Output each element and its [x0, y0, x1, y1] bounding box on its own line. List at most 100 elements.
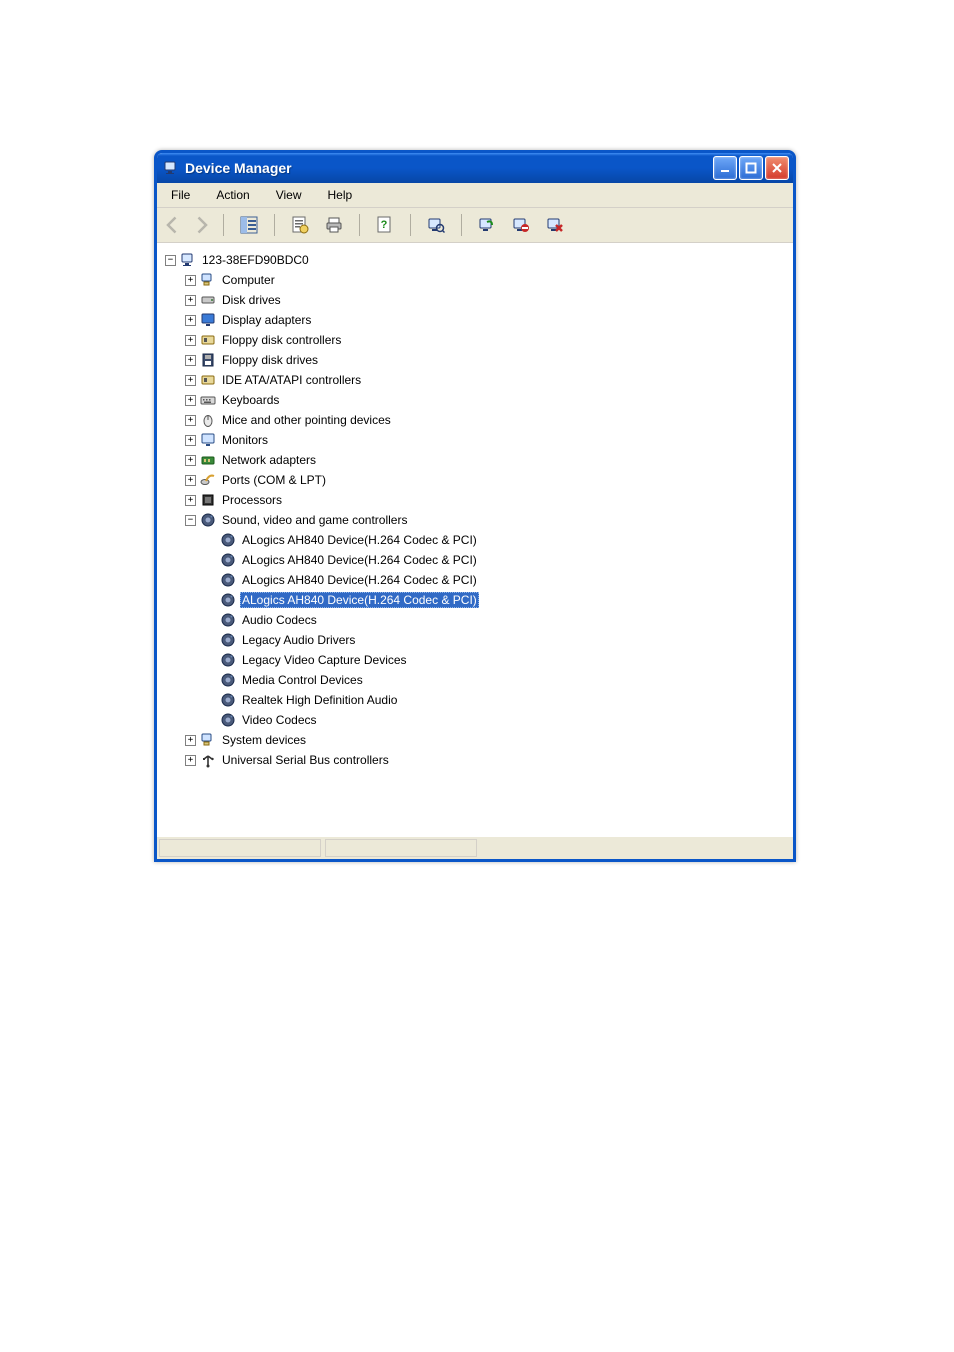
- tree-device[interactable]: Legacy Video Capture Devices: [161, 650, 789, 670]
- expand-icon[interactable]: +: [185, 315, 196, 326]
- tree-item-label[interactable]: Audio Codecs: [240, 612, 319, 628]
- tree-category[interactable]: + IDE ATA/ATAPI controllers: [161, 370, 789, 390]
- tree-item-label[interactable]: Display adapters: [220, 312, 313, 328]
- app-icon: [163, 160, 179, 176]
- tree-item-label[interactable]: Universal Serial Bus controllers: [220, 752, 391, 768]
- tree-item-label[interactable]: Floppy disk drives: [220, 352, 320, 368]
- menu-file[interactable]: File: [161, 185, 200, 205]
- tree-item-label[interactable]: IDE ATA/ATAPI controllers: [220, 372, 363, 388]
- tree-item-label[interactable]: ALogics AH840 Device(H.264 Codec & PCI): [240, 592, 479, 608]
- ide-icon: [200, 372, 216, 388]
- tree-category[interactable]: + Floppy disk drives: [161, 350, 789, 370]
- tree-item-label[interactable]: Sound, video and game controllers: [220, 512, 409, 528]
- monitor-icon: [200, 432, 216, 448]
- tree-device[interactable]: Realtek High Definition Audio: [161, 690, 789, 710]
- tree-item-label[interactable]: Processors: [220, 492, 284, 508]
- back-button[interactable]: [163, 215, 183, 235]
- help-button[interactable]: ?: [372, 212, 398, 238]
- expand-icon[interactable]: +: [185, 295, 196, 306]
- system-icon: [200, 732, 216, 748]
- expand-icon[interactable]: +: [185, 415, 196, 426]
- tree-category[interactable]: + Universal Serial Bus controllers: [161, 750, 789, 770]
- menu-help[interactable]: Help: [318, 185, 363, 205]
- menu-action[interactable]: Action: [206, 185, 259, 205]
- tree-item-label[interactable]: Mice and other pointing devices: [220, 412, 393, 428]
- sound-icon: [220, 692, 236, 708]
- tree-device[interactable]: ALogics AH840 Device(H.264 Codec & PCI): [161, 590, 789, 610]
- disable-button[interactable]: [508, 212, 534, 238]
- forward-button[interactable]: [191, 215, 211, 235]
- sound-icon: [220, 712, 236, 728]
- device-manager-window: Device Manager File Action View Help: [154, 150, 796, 862]
- properties-button[interactable]: [287, 212, 313, 238]
- close-button[interactable]: [765, 156, 789, 180]
- titlebar[interactable]: Device Manager: [157, 153, 793, 183]
- tree-category[interactable]: + Display adapters: [161, 310, 789, 330]
- tree-device[interactable]: Audio Codecs: [161, 610, 789, 630]
- tree-root[interactable]: − 123-38EFD90BDC0: [161, 250, 789, 270]
- tree-category[interactable]: + Computer: [161, 270, 789, 290]
- uninstall-button[interactable]: [542, 212, 568, 238]
- statusbar: [157, 836, 793, 859]
- expand-icon[interactable]: +: [185, 355, 196, 366]
- tree-item-label[interactable]: System devices: [220, 732, 308, 748]
- tree-category[interactable]: + Network adapters: [161, 450, 789, 470]
- tree-category[interactable]: + Ports (COM & LPT): [161, 470, 789, 490]
- expand-icon[interactable]: +: [185, 735, 196, 746]
- sound-icon: [220, 652, 236, 668]
- expand-icon[interactable]: +: [185, 495, 196, 506]
- tree-item-label[interactable]: 123-38EFD90BDC0: [200, 252, 311, 268]
- tree-category[interactable]: + Processors: [161, 490, 789, 510]
- collapse-icon[interactable]: −: [185, 515, 196, 526]
- expand-icon[interactable]: +: [185, 375, 196, 386]
- tree-category[interactable]: + Disk drives: [161, 290, 789, 310]
- tree-item-label[interactable]: Monitors: [220, 432, 270, 448]
- show-hide-tree-button[interactable]: [236, 212, 262, 238]
- enable-button[interactable]: [474, 212, 500, 238]
- collapse-icon[interactable]: −: [165, 255, 176, 266]
- tree-item-label[interactable]: Network adapters: [220, 452, 318, 468]
- menubar: File Action View Help: [157, 183, 793, 208]
- expand-icon[interactable]: +: [185, 395, 196, 406]
- scan-hardware-button[interactable]: [423, 212, 449, 238]
- tree-item-label[interactable]: Keyboards: [220, 392, 281, 408]
- maximize-button[interactable]: [739, 156, 763, 180]
- tree-item-label[interactable]: Video Codecs: [240, 712, 319, 728]
- expand-icon[interactable]: +: [185, 275, 196, 286]
- cpu-icon: [200, 492, 216, 508]
- tree-item-label[interactable]: Media Control Devices: [240, 672, 365, 688]
- ports-icon: [200, 472, 216, 488]
- tree-item-label[interactable]: Ports (COM & LPT): [220, 472, 328, 488]
- tree-device[interactable]: ALogics AH840 Device(H.264 Codec & PCI): [161, 570, 789, 590]
- tree-item-label[interactable]: Realtek High Definition Audio: [240, 692, 399, 708]
- disk-icon: [200, 292, 216, 308]
- tree-device[interactable]: Media Control Devices: [161, 670, 789, 690]
- tree-item-label[interactable]: ALogics AH840 Device(H.264 Codec & PCI): [240, 572, 479, 588]
- tree-item-label[interactable]: Legacy Video Capture Devices: [240, 652, 409, 668]
- menu-view[interactable]: View: [266, 185, 312, 205]
- tree-category[interactable]: + Floppy disk controllers: [161, 330, 789, 350]
- tree-category[interactable]: − Sound, video and game controllers: [161, 510, 789, 530]
- minimize-button[interactable]: [713, 156, 737, 180]
- tree-category[interactable]: + Monitors: [161, 430, 789, 450]
- tree-item-label[interactable]: ALogics AH840 Device(H.264 Codec & PCI): [240, 552, 479, 568]
- tree-item-label[interactable]: Legacy Audio Drivers: [240, 632, 357, 648]
- expand-icon[interactable]: +: [185, 455, 196, 466]
- tree-item-label[interactable]: Floppy disk controllers: [220, 332, 343, 348]
- tree-device[interactable]: Legacy Audio Drivers: [161, 630, 789, 650]
- expand-icon[interactable]: +: [185, 475, 196, 486]
- tree-item-label[interactable]: Computer: [220, 272, 277, 288]
- print-button[interactable]: [321, 212, 347, 238]
- tree-category[interactable]: + System devices: [161, 730, 789, 750]
- tree-device[interactable]: Video Codecs: [161, 710, 789, 730]
- tree-item-label[interactable]: ALogics AH840 Device(H.264 Codec & PCI): [240, 532, 479, 548]
- expand-icon[interactable]: +: [185, 435, 196, 446]
- expand-icon[interactable]: +: [185, 755, 196, 766]
- device-tree[interactable]: − 123-38EFD90BDC0 + Computer + Disk drives + Di…: [157, 243, 793, 836]
- tree-item-label[interactable]: Disk drives: [220, 292, 283, 308]
- tree-device[interactable]: ALogics AH840 Device(H.264 Codec & PCI): [161, 530, 789, 550]
- tree-category[interactable]: + Keyboards: [161, 390, 789, 410]
- tree-category[interactable]: + Mice and other pointing devices: [161, 410, 789, 430]
- expand-icon[interactable]: +: [185, 335, 196, 346]
- tree-device[interactable]: ALogics AH840 Device(H.264 Codec & PCI): [161, 550, 789, 570]
